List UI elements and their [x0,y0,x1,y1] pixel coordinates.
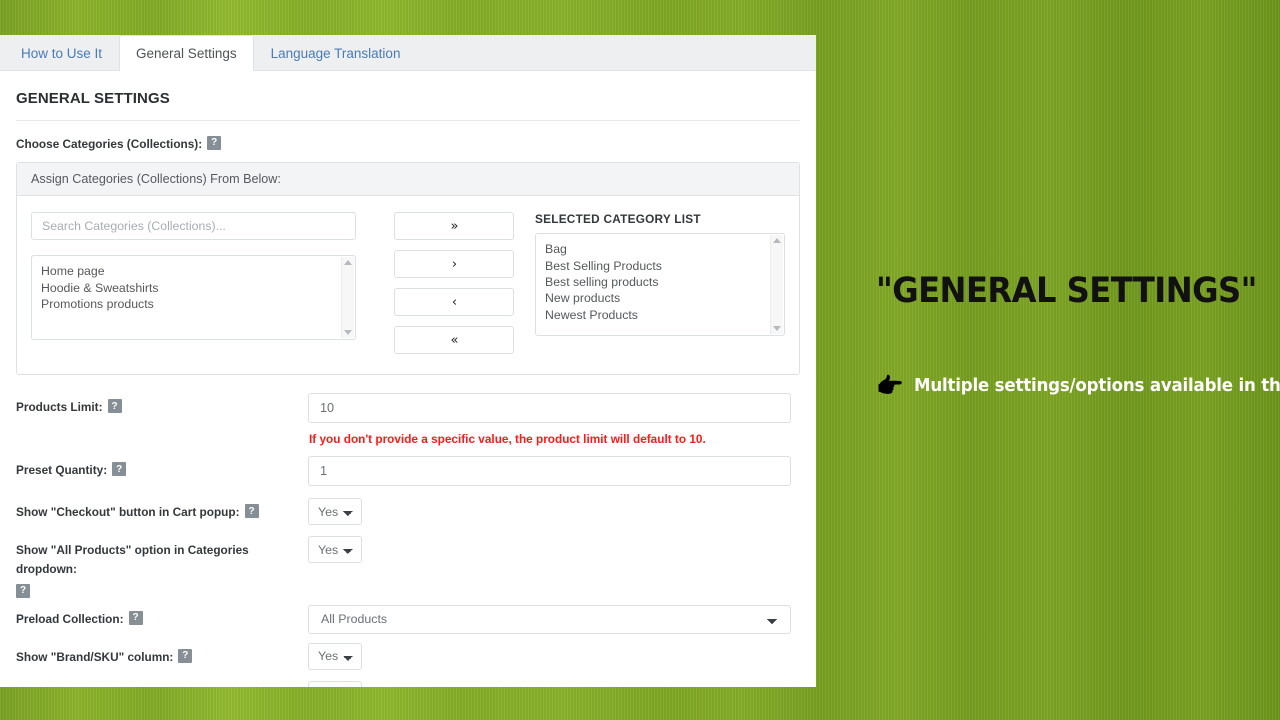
selected-list-scrollbar[interactable] [770,235,783,335]
app-window: How to Use It General Settings Language … [0,35,816,687]
selected-categories-column: SELECTED CATEGORY LIST Bag Best Selling … [535,212,785,354]
settings-content: GENERAL SETTINGS Choose Categories (Coll… [0,71,816,687]
brand-quick-order-label-text: Show "Brand" in Quick Order Page: [16,686,217,687]
promo-subtitle-row: 👉 Multiple settings/options available in… [876,372,1280,398]
preload-collection-control: All Products [308,604,800,634]
row-preset-quantity: Preset Quantity: ? [16,456,800,487]
row-brand-sku-column: Show "Brand/SKU" column: ? Yes [16,642,800,673]
move-right-button[interactable]: › [394,250,514,279]
help-icon-brand-sku-column[interactable]: ? [178,648,193,663]
preset-quantity-label-text: Preset Quantity: [16,463,108,478]
row-all-products-option: Show "All Products" option in Categories… [16,536,800,598]
brand-sku-column-label-text: Show "Brand/SKU" column: [16,649,174,664]
scroll-down-icon[interactable] [773,326,781,332]
checkout-button-control: Yes [308,498,800,526]
list-item[interactable]: Newest Products [545,307,775,323]
preload-collection-select[interactable]: All Products [308,604,791,634]
assign-categories-body: Home page Hoodie & Sweatshirts Promotion… [17,196,799,374]
all-products-option-label: Show "All Products" option in Categories… [16,536,308,598]
brand-quick-order-select[interactable]: Yes [308,680,362,687]
list-item[interactable]: Promotions products [41,296,346,312]
promo-text-block: "GENERAL SETTINGS" 👉 Multiple settings/o… [876,271,1280,398]
products-limit-label: Products Limit: ? [16,393,308,416]
products-limit-label-text: Products Limit: [16,400,103,415]
help-icon-products-limit[interactable]: ? [107,399,122,414]
all-products-option-control: Yes [308,536,800,564]
selected-categories-items: Bag Best Selling Products Best selling p… [536,234,784,330]
scroll-up-icon[interactable] [773,238,781,244]
preset-quantity-control [308,456,800,487]
selected-category-list-title: SELECTED CATEGORY LIST [535,212,701,227]
scroll-up-icon[interactable] [344,260,352,266]
row-checkout-button: Show "Checkout" button in Cart popup: ? … [16,498,800,528]
move-all-right-button[interactable]: » [394,212,514,241]
brand-quick-order-label: Show "Brand" in Quick Order Page: ? [16,681,308,687]
preset-quantity-label: Preset Quantity: ? [16,456,308,479]
settings-rows: Products Limit: ? If you don't provide a… [16,393,800,687]
all-products-option-label-text: Show "All Products" option in Categories… [16,543,249,576]
tab-how-to-use-it[interactable]: How to Use It [4,35,119,70]
list-item[interactable]: Bag [545,241,775,257]
list-item[interactable]: New products [545,290,775,306]
preload-collection-label: Preload Collection: ? [16,605,308,628]
scroll-down-icon[interactable] [344,330,352,336]
brand-sku-column-control: Yes [308,642,800,670]
help-icon-checkout-button[interactable]: ? [244,504,259,519]
pointing-hand-icon: 👉 [876,372,904,398]
transfer-buttons-column: » › ‹ « [394,212,514,355]
checkout-button-label: Show "Checkout" button in Cart popup: ? [16,498,308,521]
preload-collection-label-text: Preload Collection: [16,611,124,626]
tab-bar: How to Use It General Settings Language … [0,35,816,71]
row-brand-quick-order: Show "Brand" in Quick Order Page: ? Yes [16,680,800,687]
brand-quick-order-control: Yes [308,680,800,687]
tab-general-settings[interactable]: General Settings [119,35,254,71]
help-icon-all-products-option[interactable]: ? [16,583,30,598]
list-item[interactable]: Hoodie & Sweatshirts [41,280,346,296]
move-left-button[interactable]: ‹ [394,288,514,317]
tab-language-translation[interactable]: Language Translation [254,35,418,70]
assign-categories-panel: Assign Categories (Collections) From Bel… [16,162,800,376]
list-item[interactable]: Home page [41,263,346,279]
choose-categories-label: Choose Categories (Collections): ? [16,121,800,162]
checkout-button-select[interactable]: Yes [308,498,362,526]
page-title: GENERAL SETTINGS [16,71,800,121]
row-products-limit: Products Limit: ? If you don't provide a… [16,393,800,456]
help-icon-choose-categories[interactable]: ? [207,136,222,150]
screenshot-root: "GENERAL SETTINGS" 👉 Multiple settings/o… [0,0,1280,720]
products-limit-input[interactable] [308,393,791,424]
all-products-option-select[interactable]: Yes [308,536,362,564]
promo-title: "GENERAL SETTINGS" [876,271,1257,311]
products-limit-control: If you don't provide a specific value, t… [308,393,800,456]
selected-categories-listbox[interactable]: Bag Best Selling Products Best selling p… [535,233,785,337]
preset-quantity-input[interactable] [308,456,791,487]
list-item[interactable]: Best selling products [545,274,775,290]
row-preload-collection: Preload Collection: ? All Products [16,604,800,635]
available-categories-listbox[interactable]: Home page Hoodie & Sweatshirts Promotion… [31,255,356,341]
search-categories-input[interactable] [31,212,356,241]
products-limit-hint: If you don't provide a specific value, t… [309,432,706,447]
choose-categories-label-text: Choose Categories (Collections): [16,137,203,151]
list-item[interactable]: Best Selling Products [545,258,775,274]
checkout-button-label-text: Show "Checkout" button in Cart popup: [16,505,240,520]
available-list-scrollbar[interactable] [341,257,354,339]
help-icon-preset-quantity[interactable]: ? [112,462,127,477]
available-categories-items: Home page Hoodie & Sweatshirts Promotion… [32,256,355,319]
move-all-left-button[interactable]: « [394,326,514,355]
brand-sku-column-select[interactable]: Yes [308,642,362,670]
help-icon-preload-collection[interactable]: ? [128,610,143,625]
promo-subtitle: Multiple settings/options available in t… [914,375,1280,396]
brand-sku-column-label: Show "Brand/SKU" column: ? [16,643,308,666]
available-categories-column: Home page Hoodie & Sweatshirts Promotion… [31,212,356,354]
assign-categories-header: Assign Categories (Collections) From Bel… [17,163,799,197]
